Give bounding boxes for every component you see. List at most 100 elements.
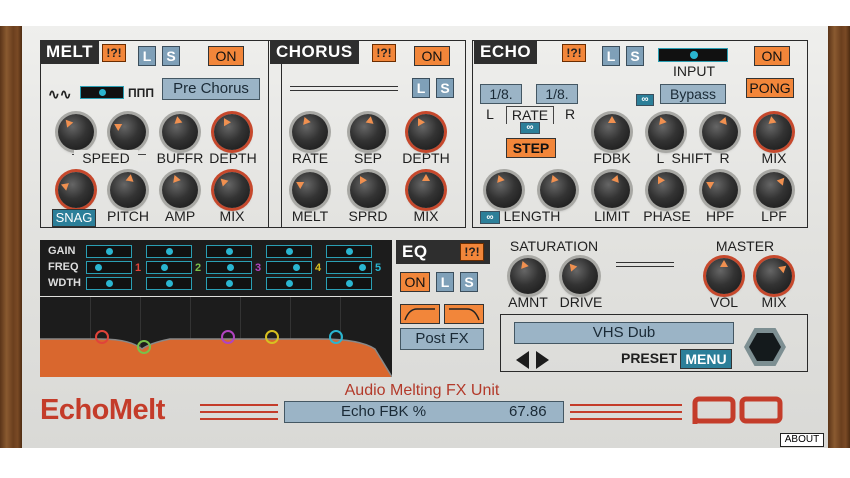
echo-mix-knob[interactable]: [756, 114, 792, 150]
melt-wave-slider[interactable]: [80, 86, 124, 99]
eq-band2-wdth[interactable]: [146, 277, 192, 290]
slot-dot: [226, 248, 233, 255]
eq-s-button[interactable]: S: [460, 272, 478, 292]
chorus-rate-knob[interactable]: [292, 114, 328, 150]
chorus-on-button[interactable]: ON: [414, 46, 450, 66]
echo-lpf-knob[interactable]: [756, 172, 792, 208]
eq-position-select[interactable]: Post FX: [400, 328, 484, 350]
eq-band3-wdth[interactable]: [206, 277, 252, 290]
melt-depth-knob[interactable]: [214, 114, 250, 150]
melt-amp-knob[interactable]: [162, 172, 198, 208]
preset-next-icon[interactable]: [536, 351, 549, 369]
melt-s-button[interactable]: S: [162, 46, 180, 66]
chorus-random-button[interactable]: !?!: [372, 44, 396, 62]
chorus-mix-label: MIX: [413, 208, 439, 224]
eq-l-button[interactable]: L: [436, 272, 454, 292]
eq-on-button[interactable]: ON: [400, 272, 430, 292]
eq-highcut-shape-button[interactable]: [444, 304, 484, 324]
melt-pitch-knob[interactable]: [110, 172, 146, 208]
melt-snag-button[interactable]: SNAG: [52, 209, 96, 227]
melt-random-button[interactable]: !?!: [102, 44, 126, 62]
melt-speed-knob-a[interactable]: [58, 114, 94, 150]
about-button[interactable]: ABOUT: [780, 433, 824, 447]
preset-save-hex-inner: [749, 333, 781, 361]
eq-band3-gain[interactable]: [206, 245, 252, 258]
echo-rate-left-select[interactable]: 1/8.: [480, 84, 522, 104]
param-value: 67.86: [509, 403, 547, 420]
echo-mix-label: MIX: [761, 150, 787, 166]
chorus-sprd-knob[interactable]: [350, 172, 386, 208]
echo-step-button[interactable]: STEP: [506, 138, 556, 158]
chorus-depth-knob[interactable]: [408, 114, 444, 150]
echo-phase-knob[interactable]: [648, 172, 684, 208]
echo-pong-button[interactable]: PONG: [746, 78, 794, 98]
eq-band1-freq[interactable]: [86, 261, 132, 274]
eq-curve-fill: [40, 339, 392, 377]
eq-band3-freq[interactable]: [206, 261, 252, 274]
melt-mix-knob[interactable]: [214, 172, 250, 208]
master-mix-knob[interactable]: [756, 258, 792, 294]
eq-band5-gain[interactable]: [326, 245, 372, 258]
eq-band5-freq[interactable]: [326, 261, 372, 274]
chorus-s-button[interactable]: S: [436, 78, 454, 98]
eq-band2-gain[interactable]: [146, 245, 192, 258]
echo-fdbk-knob[interactable]: [594, 114, 630, 150]
knob-indicator: [300, 115, 311, 125]
eq-band1-number: 1: [135, 262, 142, 274]
chorus-melt-label: MELT: [291, 208, 329, 224]
brand-stripe: [570, 418, 682, 420]
chorus-mix-knob[interactable]: [408, 172, 444, 208]
echo-hpf-knob[interactable]: [702, 172, 738, 208]
echo-on-button[interactable]: ON: [754, 46, 790, 66]
preset-prev-icon[interactable]: [516, 351, 529, 369]
chorus-sep-knob[interactable]: [350, 114, 386, 150]
echo-length-r-knob[interactable]: [540, 172, 576, 208]
melt-buffr-knob[interactable]: [162, 114, 198, 150]
echo-shift-l-knob[interactable]: [648, 114, 684, 150]
chorus-sep-label: SEP: [353, 150, 382, 166]
echo-s-button[interactable]: S: [626, 46, 644, 66]
eq-band1-gain[interactable]: [86, 245, 132, 258]
knob-indicator: [62, 117, 74, 128]
eq-band1-wdth[interactable]: [86, 277, 132, 290]
echo-random-button[interactable]: !?!: [562, 44, 586, 62]
brand-stripe: [200, 418, 278, 420]
saturation-amnt-knob[interactable]: [510, 258, 546, 294]
echo-bypass-select[interactable]: Bypass: [660, 84, 726, 104]
echo-shift-r-knob[interactable]: [702, 114, 738, 150]
eq-band2-freq[interactable]: [146, 261, 192, 274]
eq-graph[interactable]: [40, 297, 392, 377]
melt-snag-knob[interactable]: [58, 172, 94, 208]
chorus-melt-knob[interactable]: [292, 172, 328, 208]
chorus-l-button[interactable]: L: [412, 78, 430, 98]
melt-mode-select[interactable]: Pre Chorus: [162, 78, 260, 100]
eq-band4-freq[interactable]: [266, 261, 312, 274]
echo-length-link-icon[interactable]: ∞: [480, 211, 500, 224]
eq-lowcut-shape-button[interactable]: [400, 304, 440, 324]
eq-random-button[interactable]: !?!: [460, 243, 484, 261]
slot-dot: [359, 264, 366, 271]
echo-shift-link-icon[interactable]: ∞: [636, 94, 654, 106]
melt-l-button[interactable]: L: [138, 46, 156, 66]
echo-input-slider[interactable]: [658, 48, 728, 62]
melt-speed-knob-b[interactable]: [110, 114, 146, 150]
echo-lpf-label: LPF: [761, 208, 787, 224]
echo-l-button[interactable]: L: [602, 46, 620, 66]
echo-rate-right-select[interactable]: 1/8.: [536, 84, 578, 104]
saturation-drive-knob[interactable]: [562, 258, 598, 294]
preset-name-display[interactable]: VHS Dub: [514, 322, 734, 344]
echo-hpf-label: HPF: [706, 208, 734, 224]
eq-band5-wdth[interactable]: [326, 277, 372, 290]
melt-on-button[interactable]: ON: [208, 46, 244, 66]
chorus-rate-label: RATE: [291, 150, 329, 166]
eq-band4-wdth[interactable]: [266, 277, 312, 290]
eq-band4-gain[interactable]: [266, 245, 312, 258]
knob-indicator: [778, 262, 789, 274]
echo-rate-link-icon[interactable]: ∞: [520, 122, 540, 134]
master-vol-knob[interactable]: [706, 258, 742, 294]
company-logo: [692, 396, 783, 424]
preset-menu-button[interactable]: MENU: [680, 349, 732, 369]
echo-limit-knob[interactable]: [594, 172, 630, 208]
echo-rate-l-label: L: [486, 106, 494, 122]
echo-length-l-knob[interactable]: [486, 172, 522, 208]
